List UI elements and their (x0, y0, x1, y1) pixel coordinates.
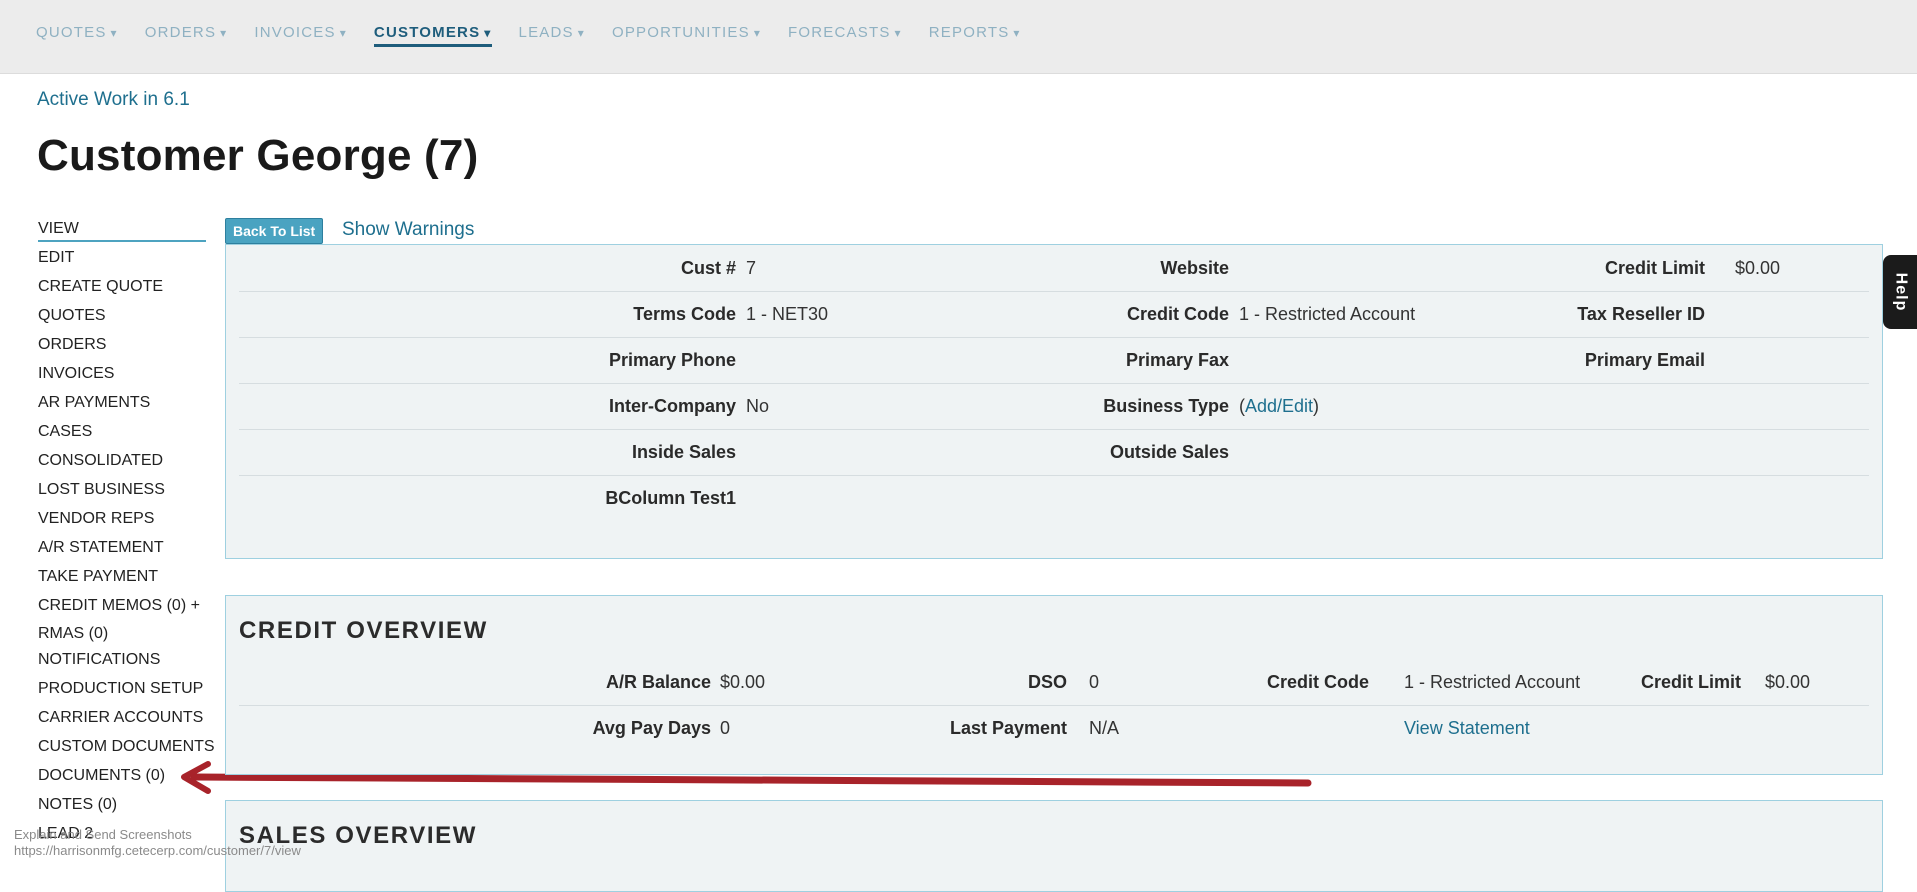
customer-info-panel: Cust # 7 Website Credit Limit $0.00 Term… (225, 244, 1883, 559)
info-row: Primary Phone Primary Fax Primary Email (239, 337, 1869, 384)
overlay-url: https://harrisonmfg.cetecerp.com/custome… (14, 843, 301, 858)
inter-company-label: Inter-Company (608, 396, 736, 416)
nav-quotes[interactable]: QUOTES ▾ (36, 24, 118, 47)
show-warnings-link[interactable]: Show Warnings (342, 219, 474, 241)
caret-down-icon: ▾ (753, 26, 762, 40)
caret-down-icon: ▾ (1013, 26, 1021, 40)
sales-overview-panel: SALES OVERVIEW (225, 800, 1883, 892)
sidebar-item-quotes[interactable]: QUOTES (38, 305, 206, 334)
business-type-value: (Add/Edit) (1239, 396, 1320, 416)
sidebar-item-orders[interactable]: ORDERS (38, 334, 206, 363)
info-row: Inter-Company No Business Type (Add/Edit… (239, 383, 1869, 430)
credit-overview-panel: CREDIT OVERVIEW A/R Balance $0.00 DSO 0 … (225, 595, 1883, 775)
top-nav: QUOTES ▾ ORDERS ▾ INVOICES ▾ CUSTOMERS ▾ LEA… (0, 0, 1917, 74)
info-row: Inside Sales Outside Sales (239, 429, 1869, 476)
info-row: Cust # 7 Website Credit Limit $0.00 (239, 245, 1869, 292)
business-type-label: Business Type (1103, 396, 1229, 416)
caret-down-icon: ▾ (894, 26, 902, 40)
sidebar-item-notifications[interactable]: NOTIFICATIONS (38, 649, 206, 678)
inter-company-value: No (746, 396, 770, 416)
credit-code-value: 1 - Restricted Account (1404, 672, 1581, 692)
credit-code-label: Credit Code (1266, 672, 1369, 692)
last-payment-value: N/A (1089, 718, 1120, 738)
dso-value: 0 (1089, 672, 1100, 692)
cust-num-label: Cust # (680, 258, 736, 278)
bcolumn-test-label: BColumn Test1 (605, 488, 736, 508)
back-to-list-button[interactable]: Back To List (225, 218, 324, 244)
caret-down-icon: ▾ (220, 26, 228, 40)
sidebar-item-ar-statement[interactable]: A/R STATEMENT (38, 537, 206, 566)
website-label: Website (1160, 258, 1229, 278)
nav-invoices[interactable]: INVOICES ▾ (254, 24, 347, 47)
info-row: Terms Code 1 - NET30 Credit Code 1 - Res… (239, 291, 1869, 338)
credit-limit-label: Credit Limit (1604, 258, 1705, 278)
sidebar-item-carrier-accounts[interactable]: CARRIER ACCOUNTS (38, 707, 206, 736)
sidebar-item-production-setup[interactable]: PRODUCTION SETUP (38, 678, 206, 707)
view-statement-link[interactable]: View Statement (1404, 718, 1530, 739)
business-type-add-edit-link[interactable]: Add/Edit (1245, 396, 1313, 416)
sidebar-item-take-payment[interactable]: TAKE PAYMENT (38, 566, 206, 595)
sidebar-item-lost-business[interactable]: LOST BUSINESS (38, 479, 206, 508)
dso-label: DSO (1027, 672, 1067, 692)
credit-code-value: 1 - Restricted Account (1239, 304, 1416, 324)
caret-down-icon: ▾ (339, 26, 347, 40)
nav-customers[interactable]: CUSTOMERS ▾ (373, 24, 492, 47)
sidebar-item-ar-payments[interactable]: AR PAYMENTS (38, 392, 206, 421)
cust-num-value: 7 (746, 258, 757, 278)
sidebar-item-invoices[interactable]: INVOICES (38, 363, 206, 392)
credit-limit-label: Credit Limit (1640, 672, 1741, 692)
tax-reseller-label: Tax Reseller ID (1577, 304, 1705, 324)
credit-limit-value: $0.00 (1765, 672, 1811, 692)
credit-overview-title: CREDIT OVERVIEW (239, 617, 488, 644)
overlay-caption: Explain and Send Screenshots (14, 827, 192, 842)
credit-row: A/R Balance $0.00 DSO 0 Credit Code 1 - … (239, 659, 1869, 706)
sidebar-item-cases[interactable]: CASES (38, 421, 206, 450)
sidebar-item-credit-memos[interactable]: CREDIT MEMOS (0) + RMAS (0) (38, 592, 206, 648)
primary-email-label: Primary Email (1584, 350, 1705, 370)
primary-phone-label: Primary Phone (608, 350, 736, 370)
terms-code-label: Terms Code (633, 304, 736, 324)
sidebar-item-view[interactable]: VIEW (38, 218, 206, 242)
caret-down-icon: ▾ (110, 26, 118, 40)
caret-down-icon: ▾ (484, 26, 492, 40)
breadcrumb[interactable]: Active Work in 6.1 (37, 89, 190, 111)
nav-forecasts[interactable]: FORECASTS ▾ (788, 24, 902, 47)
avg-pay-days-value: 0 (720, 718, 731, 738)
outside-sales-label: Outside Sales (1109, 442, 1229, 462)
credit-row: Avg Pay Days 0 Last Payment N/A View Sta… (239, 705, 1869, 751)
sidebar-item-consolidated[interactable]: CONSOLIDATED (38, 450, 206, 479)
sidebar-item-vendor-reps[interactable]: VENDOR REPS (38, 508, 206, 537)
page-title: Customer George (7) (37, 131, 479, 180)
terms-code-value: 1 - NET30 (746, 304, 829, 324)
sidebar-item-create-quote[interactable]: CREATE QUOTE (38, 276, 206, 305)
help-label: Help (1892, 272, 1910, 312)
nav-opportunities[interactable]: OPPORTUNITIES ▾ (612, 24, 761, 47)
ar-balance-value: $0.00 (720, 672, 766, 692)
credit-limit-value: $0.00 (1735, 258, 1781, 278)
screenshot-overlay: Explain and Send Screenshots https://har… (14, 827, 301, 859)
sidebar-item-documents[interactable]: DOCUMENTS (0) (38, 767, 165, 784)
info-row: BColumn Test1 (239, 475, 1869, 521)
sidebar: VIEW EDIT CREATE QUOTE QUOTES ORDERS INV… (38, 218, 215, 852)
nav-orders[interactable]: ORDERS ▾ (145, 24, 228, 47)
credit-code-label: Credit Code (1126, 304, 1229, 324)
inside-sales-label: Inside Sales (631, 442, 736, 462)
sidebar-item-edit[interactable]: EDIT (38, 247, 206, 276)
primary-fax-label: Primary Fax (1125, 350, 1229, 370)
ar-balance-label: A/R Balance (605, 672, 711, 692)
nav-leads[interactable]: LEADS ▾ (519, 24, 585, 47)
nav-reports[interactable]: REPORTS ▾ (929, 24, 1021, 47)
avg-pay-days-label: Avg Pay Days (592, 718, 711, 738)
caret-down-icon: ▾ (577, 26, 585, 40)
help-tab[interactable]: Help (1883, 255, 1917, 329)
last-payment-label: Last Payment (949, 718, 1067, 738)
